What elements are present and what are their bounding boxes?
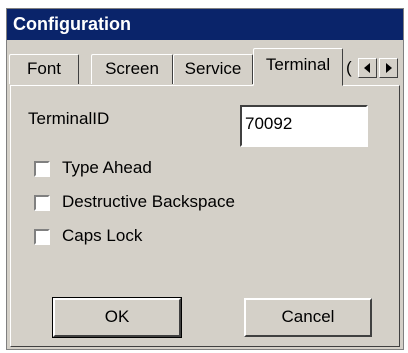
- tab-font[interactable]: Font: [9, 54, 79, 84]
- terminal-id-input[interactable]: 70092: [240, 105, 368, 147]
- configuration-dialog: Configuration Font Screen Service Termin…: [6, 8, 404, 350]
- ok-button[interactable]: OK: [52, 297, 182, 338]
- type-ahead-label[interactable]: Type Ahead: [62, 158, 152, 178]
- window-title: Configuration: [7, 9, 403, 40]
- tab-strip: Font Screen Service Terminal (: [7, 46, 403, 86]
- type-ahead-checkbox[interactable]: [34, 161, 50, 177]
- triangle-left-icon: [364, 63, 370, 73]
- tab-overflow[interactable]: (: [344, 54, 356, 84]
- tab-screen[interactable]: Screen: [91, 54, 173, 84]
- terminal-id-label: TerminalID: [28, 109, 110, 128]
- tab-scroll-right-button[interactable]: [379, 58, 398, 78]
- tab-terminal[interactable]: Terminal: [253, 48, 343, 86]
- caps-lock-checkbox[interactable]: [34, 229, 50, 245]
- tab-scroll-left-button[interactable]: [358, 58, 377, 78]
- triangle-right-icon: [386, 63, 392, 73]
- caps-lock-label[interactable]: Caps Lock: [62, 226, 142, 246]
- terminal-tab-panel: TerminalID 70092 Type Ahead Destructive …: [10, 85, 400, 347]
- destructive-backspace-label[interactable]: Destructive Backspace: [62, 192, 235, 212]
- tab-service[interactable]: Service: [173, 54, 253, 84]
- cancel-button[interactable]: Cancel: [244, 298, 372, 337]
- destructive-backspace-checkbox[interactable]: [34, 195, 50, 211]
